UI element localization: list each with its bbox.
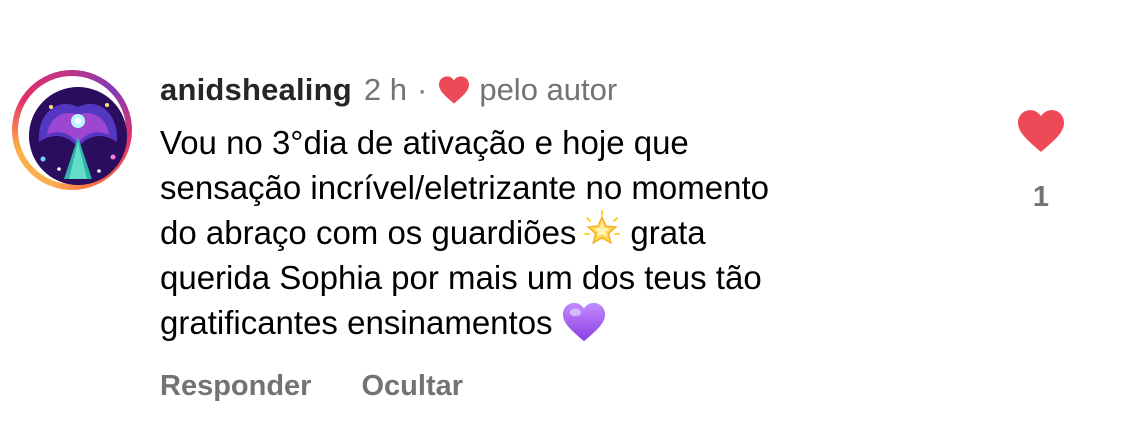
reply-button[interactable]: Responder [160,370,311,403]
like-heart-icon[interactable] [1015,108,1067,154]
comment-actions: Responder Ocultar [160,370,463,403]
comment-line: gratificantes ensinamentos [160,300,980,345]
avatar[interactable] [29,87,127,185]
avatar-story-ring[interactable] [12,70,132,190]
comment-header: anidshealing 2 h · pelo autor [160,70,617,110]
comment-line-segment: grata [630,214,706,251]
like-column: 1 [1015,108,1067,214]
comment-line-segment: gratificantes ensinamentos [160,304,553,341]
separator-dot: · [417,72,428,107]
hide-button[interactable]: Ocultar [361,370,463,403]
timestamp[interactable]: 2 h [364,72,407,108]
like-count[interactable]: 1 [1015,181,1067,214]
avatar-image [29,87,127,185]
comment-item: anidshealing 2 h · pelo autor Vou no 3°d… [0,0,1125,442]
comment-line-segment: do abraço com os guardiões [160,214,577,251]
comment-text: Vou no 3°dia de ativação e hoje que sens… [160,120,980,345]
comment-line: do abraço com os guardiões grata [160,210,980,255]
glowing-star-emoji-icon [584,210,621,245]
comment-line: sensação incrível/eletrizante no momento [160,169,769,206]
comment-line: Vou no 3°dia de ativação e hoje que [160,124,689,161]
purple-heart-emoji-icon [562,302,605,342]
username-link[interactable]: anidshealing [160,72,352,108]
author-liked-label: pelo autor [479,72,618,107]
comment-line: querida Sophia por mais um dos teus tão [160,259,762,296]
author-liked-heart-icon [439,76,470,104]
